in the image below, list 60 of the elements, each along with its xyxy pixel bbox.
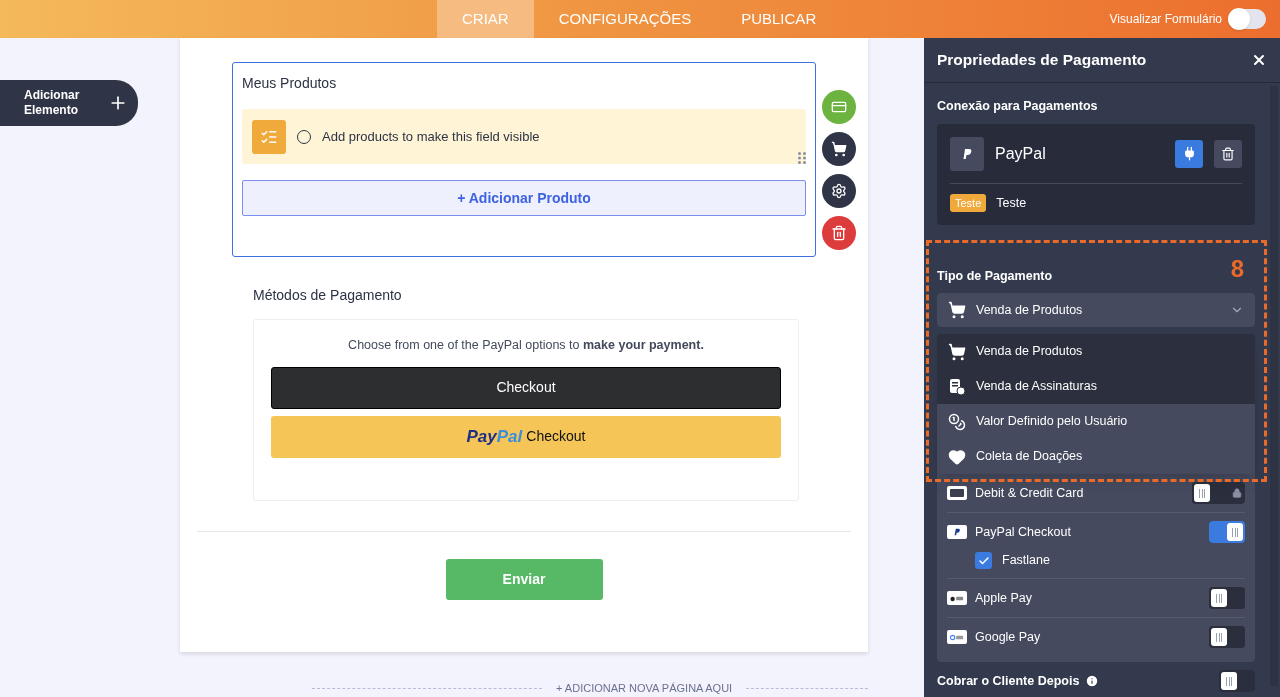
info-icon [1085, 674, 1100, 688]
section-label: Conexão para Pagamentos [937, 98, 1099, 115]
mode-text: Teste [996, 194, 1027, 212]
card-icon [947, 486, 967, 501]
card-button[interactable] [822, 90, 856, 124]
mode-badge: Teste [950, 194, 987, 213]
cart-button[interactable] [822, 132, 856, 166]
dropdown-option[interactable]: Venda de Assinaturas [937, 369, 1255, 405]
heart-icon [948, 447, 966, 466]
checkbox[interactable] [975, 552, 992, 570]
preview-toggle[interactable] [1228, 9, 1266, 29]
method-label: PayPal Checkout [975, 523, 1072, 541]
settings-button[interactable] [822, 174, 856, 208]
payment-prompt: Choose from one of the PayPal options to make your payment. [347, 337, 705, 354]
cart-icon [831, 141, 847, 157]
drag-handle-icon [798, 152, 806, 164]
section-title: Métodos de Pagamento [253, 286, 402, 305]
panel-title: Propriedades de Pagamento [937, 50, 1147, 71]
paypal-icon [947, 525, 967, 540]
settings-icon [831, 183, 847, 199]
add-element-button[interactable]: Adicionar Elemento [0, 80, 138, 126]
add-page-link[interactable]: + ADICIONAR NOVA PÁGINA AQUI [556, 680, 733, 697]
document-icon [948, 377, 966, 396]
method-label: Apple Pay [975, 589, 1033, 607]
option-label: Fastlane [1002, 552, 1050, 570]
dropdown-option[interactable]: Venda de Produtos [937, 334, 1255, 370]
trash-icon [1221, 146, 1235, 161]
add-product-button[interactable]: + Adicionar Produto [242, 180, 806, 216]
annotation-number: 8 [1230, 257, 1244, 281]
cart-icon [948, 342, 966, 361]
preview-label: Visualizar Formulário [1109, 11, 1222, 28]
method-label: Debit & Credit Card [975, 484, 1085, 502]
toggle-switch[interactable] [1219, 670, 1255, 692]
dropdown-option[interactable]: Valor Definido pelo Usuário [937, 404, 1255, 440]
connect-button[interactable] [1175, 139, 1203, 168]
close-icon[interactable] [1251, 52, 1267, 68]
notice-text: Add products to make this field visible [322, 127, 540, 146]
check-icon [977, 554, 990, 567]
section-label: Tipo de Pagamento [937, 267, 1053, 285]
section-label: Cobrar o Cliente Depois [937, 672, 1080, 690]
checkout-button[interactable]: Checkout [271, 366, 781, 409]
field-title: Meus Produtos [242, 74, 337, 93]
toggle-switch[interactable] [1209, 626, 1245, 648]
delete-button[interactable] [1214, 139, 1242, 168]
delete-button[interactable] [822, 216, 856, 250]
credit-card-icon [831, 99, 847, 115]
apple-pay-icon [947, 591, 967, 605]
google-pay-icon [947, 630, 967, 644]
payment-type-select[interactable]: Venda de Produtos [937, 293, 1255, 328]
paypal-logo-icon [950, 136, 984, 171]
gateway-name: PayPal [995, 143, 1047, 164]
paypal-checkout-button[interactable]: PayPal Checkout [271, 415, 781, 458]
toggle-switch[interactable] [1209, 587, 1245, 609]
cart-icon [948, 301, 966, 320]
coins-icon [948, 412, 966, 431]
trash-icon [831, 225, 847, 241]
method-label: Google Pay [975, 628, 1042, 646]
dropdown-option[interactable]: Coleta de Doações [937, 439, 1255, 475]
checklist-icon [252, 119, 286, 154]
toggle-switch[interactable] [1209, 521, 1245, 544]
